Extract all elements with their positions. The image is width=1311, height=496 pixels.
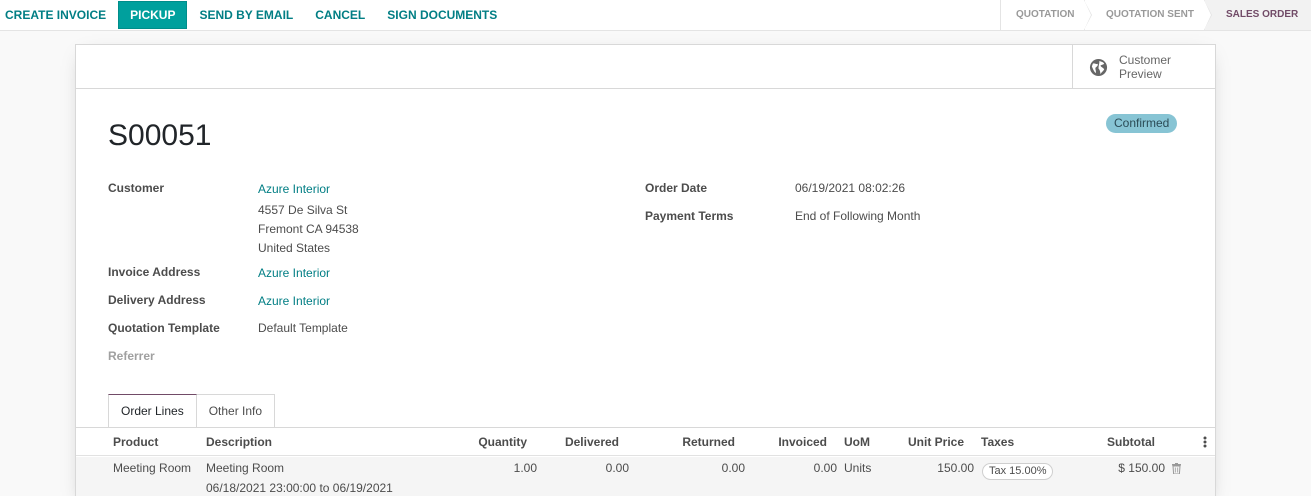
column-quantity[interactable]: Quantity (456, 428, 527, 456)
customer-street: 4557 De Silva St (258, 203, 348, 217)
status-bar: QUOTATION QUOTATION SENT SALES ORDER (1000, 0, 1311, 30)
form-sheet: Customer Preview Confirmed S00051 Custom… (75, 44, 1216, 496)
cell-invoiced: 0.00 (813, 461, 837, 475)
stage-label: SALES ORDER (1226, 9, 1299, 20)
column-uom[interactable]: UoM (844, 428, 870, 456)
payment-terms-label: Payment Terms (645, 209, 734, 223)
column-taxes[interactable]: Taxes (981, 428, 1014, 456)
referrer-label: Referrer (108, 349, 155, 363)
delivery-address-label: Delivery Address (108, 293, 206, 307)
tab-order-lines[interactable]: Order Lines (108, 394, 197, 427)
customer-city: Fremont CA 94538 (258, 222, 359, 236)
control-panel: CREATE INVOICE PICKUP SEND BY EMAIL CANC… (0, 0, 1311, 31)
notebook-tabs: Order Lines Other Info (108, 394, 276, 427)
tab-other-info[interactable]: Other Info (196, 394, 276, 427)
stage-label: QUOTATION SENT (1106, 9, 1194, 20)
table-row[interactable]: Meeting Room Meeting Room 06/18/2021 23:… (76, 457, 1215, 496)
payment-terms-value[interactable]: End of Following Month (795, 209, 920, 223)
send-by-email-button[interactable]: SEND BY EMAIL (188, 1, 304, 29)
order-date-label: Order Date (645, 181, 708, 195)
sign-documents-button[interactable]: SIGN DOCUMENTS (376, 1, 508, 29)
page-title: S00051 (108, 119, 212, 152)
globe-icon (1089, 58, 1108, 76)
order-lines-header: Product Description Quantity Delivered R… (76, 428, 1215, 456)
button-box: Customer Preview (76, 45, 1215, 89)
stage-label: QUOTATION (1016, 9, 1075, 20)
customer-preview-button[interactable]: Customer Preview (1072, 45, 1215, 89)
cell-product: Meeting Room (113, 461, 192, 475)
delivery-address-link[interactable]: Azure Interior (258, 294, 330, 308)
pickup-button[interactable]: PICKUP (118, 1, 188, 29)
quotation-template-label: Quotation Template (108, 321, 220, 335)
column-unit-price[interactable]: Unit Price (886, 428, 964, 456)
column-product[interactable]: Product (113, 428, 158, 456)
stage-quotation-sent[interactable]: QUOTATION SENT (1084, 0, 1212, 30)
customer-country: United States (258, 241, 331, 255)
quotation-template-value[interactable]: Default Template (258, 321, 348, 335)
cell-description: Meeting Room (206, 461, 285, 475)
stage-quotation[interactable]: QUOTATION (1000, 0, 1092, 30)
kebab-icon (1203, 436, 1207, 448)
column-invoiced[interactable]: Invoiced (756, 428, 827, 456)
create-invoice-button[interactable]: CREATE INVOICE (0, 1, 117, 29)
cancel-button[interactable]: CANCEL (304, 1, 376, 29)
optional-columns-toggle[interactable] (1203, 428, 1211, 459)
column-delivered[interactable]: Delivered (546, 428, 619, 456)
customer-label: Customer (108, 181, 165, 195)
tax-tag: Tax 15.00% (982, 463, 1054, 480)
cell-unit-price: 150.00 (937, 461, 974, 475)
cell-uom: Units (844, 461, 872, 475)
column-subtotal[interactable]: Subtotal (1076, 428, 1155, 456)
cell-description-line-2: 06/18/2021 23:00:00 to 06/19/2021 (206, 481, 393, 495)
customer-preview-label: Customer Preview (1119, 53, 1172, 81)
column-description[interactable]: Description (206, 428, 272, 456)
cell-quantity: 1.00 (513, 461, 537, 475)
order-date-value[interactable]: 06/19/2021 08:02:26 (795, 181, 905, 195)
customer-link[interactable]: Azure Interior (258, 182, 330, 196)
action-buttons: CREATE INVOICE PICKUP SEND BY EMAIL CANC… (0, 0, 508, 30)
cell-subtotal: $ 150.00 (1118, 461, 1165, 475)
column-returned[interactable]: Returned (656, 428, 735, 456)
status-badge: Confirmed (1106, 114, 1178, 133)
cell-returned: 0.00 (721, 461, 745, 475)
invoice-address-link[interactable]: Azure Interior (258, 266, 330, 280)
trash-icon[interactable] (1172, 463, 1181, 474)
cell-delivered: 0.00 (605, 461, 629, 475)
stage-sales-order[interactable]: SALES ORDER (1204, 0, 1311, 30)
invoice-address-label: Invoice Address (108, 265, 201, 279)
